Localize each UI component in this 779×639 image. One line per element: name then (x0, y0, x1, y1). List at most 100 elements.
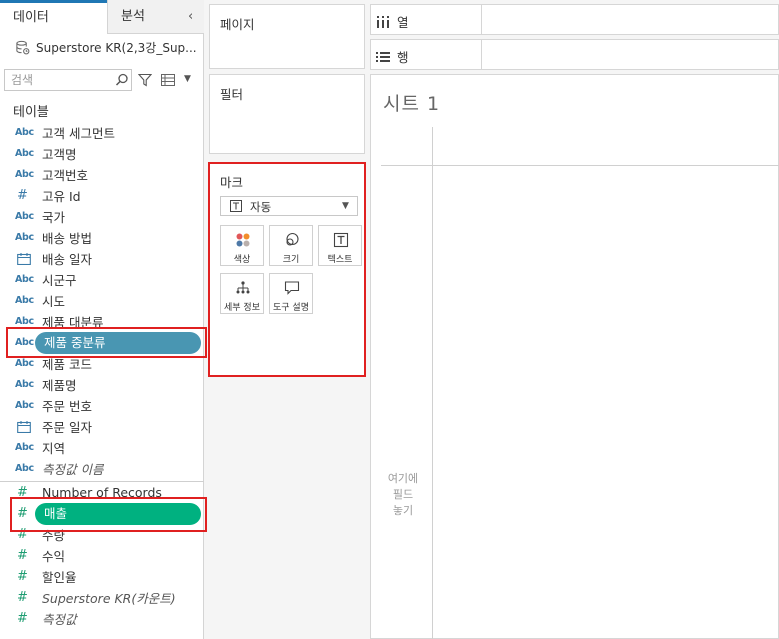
field-name: 고객명 (42, 147, 77, 162)
columns-drop-zone[interactable] (481, 5, 779, 34)
pane-tabs: 데이터 분석 ‹ (0, 0, 204, 34)
color-palette-icon (236, 233, 250, 247)
dimension-field[interactable]: Abc 지역 (0, 437, 204, 458)
dimension-field[interactable]: 배송 일자 (0, 248, 204, 269)
filters-shelf[interactable]: 필터 (209, 74, 365, 154)
detail-mark-label: 세부 정보 (224, 303, 260, 313)
dimension-field[interactable]: 주문 일자 (0, 416, 204, 437)
field-name: 주문 일자 (42, 420, 92, 435)
field-name: 제품명 (42, 378, 77, 393)
pages-shelf-title: 페이지 (220, 17, 255, 32)
field-name: Superstore KR(카운트) (42, 591, 176, 606)
dimension-field[interactable]: Abc 제품 코드 (0, 353, 204, 374)
measure-field[interactable]: # 측정값 (0, 608, 204, 629)
worksheet-canvas[interactable]: 시트 1 여기에 필드 놓기 (370, 74, 779, 639)
chevron-down-icon[interactable]: ▼ (184, 74, 194, 84)
dimension-field[interactable]: Abc 측정값 이름 (0, 458, 204, 479)
field-name: 제품 대분류 (42, 315, 104, 330)
color-mark-label: 색상 (233, 255, 251, 265)
tooltip-mark-button[interactable]: 도구 설명 (269, 273, 313, 314)
rows-drop-zone[interactable] (481, 40, 779, 69)
rows-shelf[interactable]: 행 (370, 39, 779, 70)
size-mark-button[interactable]: 크기 (269, 225, 313, 266)
collapse-pane-icon[interactable]: ‹ (188, 10, 198, 24)
field-name: 시군구 (42, 273, 77, 288)
sheet-horizontal-divider (381, 165, 779, 166)
search-input[interactable] (11, 72, 111, 88)
dimension-field[interactable]: Abc 제품명 (0, 374, 204, 395)
columns-shelf[interactable]: 열 (370, 4, 779, 35)
drop-hint-line: 필드 (392, 488, 414, 501)
sheet-vertical-divider (432, 127, 433, 639)
tooltip-mark-label: 도구 설명 (273, 303, 309, 313)
field-name: 배송 일자 (42, 252, 92, 267)
field-name: 측정값 이름 (42, 462, 104, 477)
field-name: 수량 (42, 528, 66, 543)
pages-shelf[interactable]: 페이지 (209, 4, 365, 69)
string-type-icon: Abc (15, 148, 34, 159)
selected-measure-pill[interactable]: 매출 (35, 503, 201, 525)
measure-field[interactable]: # 수익 (0, 545, 204, 566)
measure-field[interactable]: # Number of Records (0, 482, 204, 503)
dimension-field[interactable]: Abc 시도 (0, 290, 204, 311)
tab-data[interactable]: 데이터 (0, 0, 107, 34)
string-type-icon: Abc (15, 463, 34, 474)
search-box[interactable] (4, 69, 132, 91)
field-name: 측정값 (42, 612, 77, 627)
field-name: 배송 방법 (42, 231, 92, 246)
datasource-item[interactable]: Superstore KR(2,3강_Sup... (15, 38, 200, 56)
measure-field[interactable]: # 매출 (0, 503, 204, 525)
filter-icon[interactable] (138, 73, 152, 87)
dimension-field[interactable]: Abc 배송 방법 (0, 227, 204, 248)
drop-field-hint[interactable]: 여기에 필드 놓기 (383, 471, 423, 519)
datasource-name: Superstore KR(2,3강_Sup... (36, 40, 197, 55)
text-mark-button[interactable]: 텍스트 (318, 225, 362, 266)
list-view-icon[interactable] (161, 74, 175, 86)
dimension-field[interactable]: Abc 제품 대분류 (0, 311, 204, 332)
dimension-field[interactable]: Abc 고객번호 (0, 164, 204, 185)
dimension-field[interactable]: Abc 고객 세그먼트 (0, 122, 204, 143)
sheet-title[interactable]: 시트 1 (383, 89, 440, 116)
database-icon (16, 40, 30, 54)
columns-icon (377, 15, 389, 28)
color-mark-button[interactable]: 색상 (220, 225, 264, 266)
text-mark-label: 텍스트 (327, 255, 353, 265)
field-name: 지역 (42, 441, 66, 456)
number-type-icon: # (17, 590, 28, 605)
filters-shelf-title: 필터 (220, 87, 244, 102)
dimension-field[interactable]: Abc 제품 중분류 (0, 332, 204, 354)
search-icon[interactable] (115, 73, 129, 87)
number-type-icon: # (17, 188, 28, 203)
dimension-field[interactable]: Abc 고객명 (0, 143, 204, 164)
measure-field[interactable]: # 수량 (0, 524, 204, 545)
string-type-icon: Abc (15, 316, 34, 327)
size-circles-icon (286, 232, 299, 246)
number-type-icon: # (17, 569, 28, 584)
string-type-icon: Abc (15, 358, 34, 369)
dimension-field[interactable]: # 고유 Id (0, 185, 204, 206)
size-mark-label: 크기 (282, 255, 300, 265)
calendar-icon (17, 420, 31, 433)
number-type-icon: # (17, 485, 28, 500)
rows-shelf-label: 행 (376, 47, 409, 66)
detail-mark-button[interactable]: 세부 정보 (220, 273, 264, 314)
dimension-field[interactable]: Abc 시군구 (0, 269, 204, 290)
columns-shelf-title: 열 (397, 15, 409, 30)
string-type-icon: Abc (15, 127, 34, 138)
text-label-icon (333, 232, 349, 248)
measure-field[interactable]: # 할인율 (0, 566, 204, 587)
number-type-icon: # (17, 548, 28, 563)
string-type-icon: Abc (15, 379, 34, 390)
dimension-field[interactable]: Abc 주문 번호 (0, 395, 204, 416)
drop-hint-line: 놓기 (392, 504, 414, 517)
dimension-field[interactable]: Abc 국가 (0, 206, 204, 227)
text-mark-icon (230, 200, 242, 212)
selected-dimension-pill[interactable]: 제품 중분류 (35, 332, 201, 354)
rows-shelf-title: 행 (397, 50, 409, 65)
field-name: 시도 (42, 294, 66, 309)
measure-field[interactable]: # Superstore KR(카운트) (0, 587, 204, 608)
tables-header: 테이블 (13, 105, 49, 120)
marks-card: 마크 자동 ▼ 색상 크기 텍스트 세부 정보 도구 설명 (209, 162, 365, 377)
field-name: 고유 Id (42, 189, 81, 204)
mark-type-dropdown[interactable]: 자동 ▼ (220, 196, 358, 216)
